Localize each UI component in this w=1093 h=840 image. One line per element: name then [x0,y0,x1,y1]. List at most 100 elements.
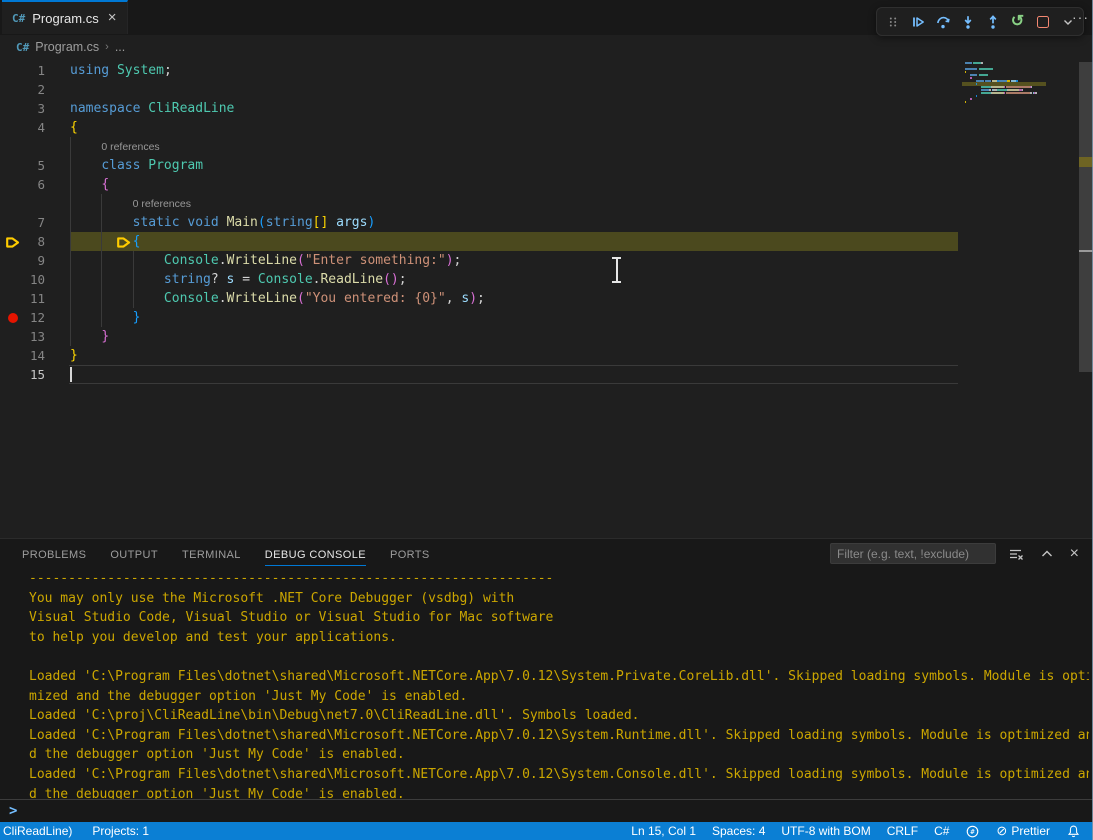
panel-tab-ports[interactable]: PORTS [390,543,430,565]
code-line-13: 13 } [0,327,1093,346]
panel-tab-debug-console[interactable]: DEBUG CONSOLE [265,543,366,566]
line-number[interactable]: 15 [0,365,45,384]
status-item-cursor-position[interactable]: Ln 15, Col 1 [631,824,696,838]
status-item-label: CRLF [887,824,918,838]
line-number[interactable]: 14 [0,346,45,365]
minimap-line [965,65,1077,67]
tab-close-icon[interactable]: × [108,11,117,25]
minimap-line [965,71,1077,73]
maximize-panel-icon[interactable] [1039,546,1055,562]
line-number[interactable]: 12 [0,308,45,327]
console-line: Visual Studio Code, Visual Studio or Vis… [29,608,1089,628]
code-text: Console.WriteLine("Enter something:"); [70,251,461,270]
status-item-encoding[interactable]: UTF-8 with BOM [781,824,870,838]
bottom-panel: PROBLEMS OUTPUT TERMINAL DEBUG CONSOLE PORTS… [0,538,1093,822]
minimap-line [965,74,1077,76]
status-item-projects-1[interactable]: Projects: 1 [92,824,149,838]
console-line [29,647,1089,667]
status-item-label: CliReadLine) [3,824,72,838]
minimap-line [965,68,1077,70]
code-text: using System; [70,61,172,80]
close-panel-icon[interactable]: × [1070,545,1079,563]
indent-guide [70,194,71,213]
line-number[interactable]: 11 [0,289,45,308]
step-into-button[interactable] [955,10,980,34]
console-line: to help you develop and test your applic… [29,628,1089,648]
status-bar-left: CliReadLine) Projects: 1 [0,824,149,838]
minimap[interactable] [965,62,1077,107]
minimap-line [965,95,1077,97]
editor-more-actions-icon[interactable]: ··· [1072,9,1089,25]
codelens-row: 0 references [0,194,1093,213]
code-line-8: 8 { [0,232,1093,251]
code-text: } [70,327,109,346]
line-number[interactable]: 9 [0,251,45,270]
line-number[interactable]: 7 [0,213,45,232]
minimap-line [965,83,1077,85]
line-number[interactable]: 10 [0,270,45,289]
continue-button[interactable] [905,10,930,34]
line-number[interactable]: 13 [0,327,45,346]
debug-console-filter-input[interactable] [830,543,996,564]
status-item-clireadline-[interactable]: CliReadLine) [3,824,72,838]
status-item-eol[interactable]: CRLF [887,824,918,838]
code-line-12: 12 } [0,308,1093,327]
indent-guide [101,194,102,213]
panel-tab-problems[interactable]: PROBLEMS [22,543,86,565]
code-rows: 1using System;23namespace CliReadLine4{0… [0,61,1093,384]
status-item-label: C# [934,824,949,838]
status-item-label: Projects: 1 [92,824,149,838]
minimap-line [965,104,1077,106]
status-item-csharp-project[interactable]: # [965,824,980,839]
status-item-prettier[interactable]: ⊘Prettier [996,823,1050,839]
panel-tab-output[interactable]: OUTPUT [110,543,158,565]
breadcrumb-more[interactable]: ... [115,40,125,54]
code-text: { [70,232,140,251]
code-line-15: 15 [0,365,1093,384]
minimap-line [965,86,1077,88]
repl-prompt: > [9,803,17,819]
line-number[interactable]: 5 [0,156,45,175]
console-line: ----------------------------------------… [29,569,1089,589]
prettier-icon: ⊘ [996,823,1007,839]
status-item-notifications[interactable] [1066,824,1081,839]
panel-header: PROBLEMS OUTPUT TERMINAL DEBUG CONSOLE PORTS… [0,539,1093,569]
line-number[interactable]: 3 [0,99,45,118]
step-out-button[interactable] [980,10,1005,34]
code-line-9: 9 Console.WriteLine("Enter something:"); [0,251,1093,270]
csharp-file-icon: C# [16,41,29,54]
code-line-2: 2 [0,80,1093,99]
code-line-1: 1 using System; [0,61,1093,80]
stop-button[interactable] [1030,10,1055,34]
breadcrumb[interactable]: C# Program.cs › ... [0,37,125,57]
breakpoint-icon[interactable] [8,313,18,323]
code-line-4: 4{ [0,118,1093,137]
debug-console-repl[interactable]: > [0,799,1093,824]
debug-console-output[interactable]: ----------------------------------------… [0,569,1089,799]
line-number[interactable]: 6 [0,175,45,194]
minimap-line [965,62,1077,64]
code-text: static void Main(string[] args) [70,213,375,232]
line-number[interactable]: 1 [0,61,45,80]
code-editor[interactable]: 1using System;23namespace CliReadLine4{0… [0,57,1093,538]
status-bar-right: Ln 15, Col 1 Spaces: 4 UTF-8 with BOM CRLF C… [631,823,1093,839]
codelens-references[interactable]: 0 references [101,138,159,157]
tab-program-cs[interactable]: C# Program.cs × [2,0,128,34]
status-item-label: Ln 15, Col 1 [631,824,696,838]
status-item-indentation[interactable]: Spaces: 4 [712,824,765,838]
code-line-10: 10 string? s = Console.ReadLine(); [0,270,1093,289]
drag-handle-icon[interactable] [880,10,905,34]
panel-tab-terminal[interactable]: TERMINAL [182,543,241,565]
clear-console-icon[interactable] [1008,546,1024,562]
breadcrumb-file[interactable]: Program.cs [35,40,99,54]
restart-button[interactable]: ↺ [1005,10,1030,34]
text-cursor [70,367,72,382]
vscode-window: C# Program.cs × ↺ ··· C# Program.cs › ..… [0,0,1093,840]
panel-header-icons: × [1008,542,1079,566]
codelens-references[interactable]: 0 references [133,195,191,214]
status-item-language-mode[interactable]: C# [934,824,949,838]
line-number[interactable]: 2 [0,80,45,99]
bell-icon [1066,824,1081,839]
step-over-button[interactable] [930,10,955,34]
line-number[interactable]: 4 [0,118,45,137]
